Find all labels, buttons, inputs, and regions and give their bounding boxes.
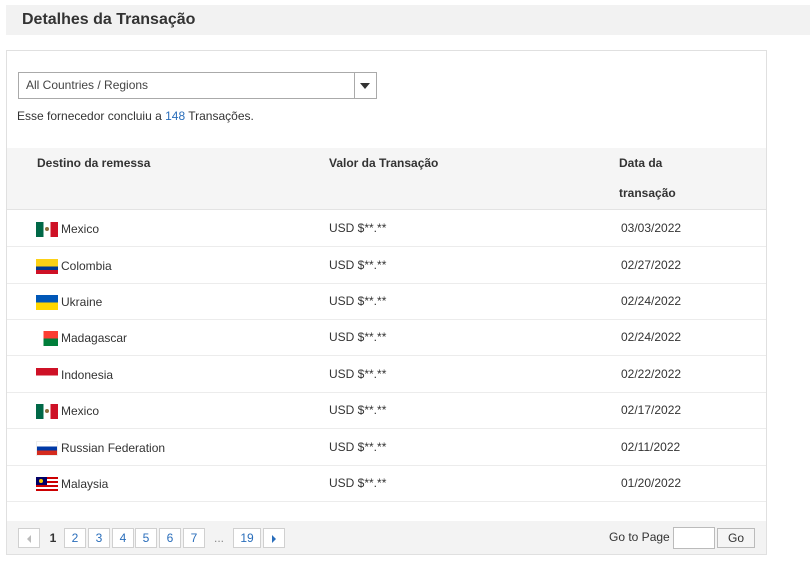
- page-button-7[interactable]: 7: [183, 528, 205, 548]
- colombia-flag-icon: [36, 258, 58, 274]
- page-title: Detalhes da Transação: [22, 11, 196, 28]
- country-name: Colombia: [61, 259, 112, 273]
- transaction-value: USD $**.**: [329, 403, 387, 417]
- russia-flag-icon: [36, 440, 58, 456]
- transaction-date: 03/03/2022: [621, 221, 682, 235]
- pagination-ellipsis: ...: [213, 531, 224, 545]
- pagination-bar: 1 2 3 4 5 6 7 ... 19 Go to Page Go: [7, 521, 766, 554]
- table-row: Indonesia USD $**.** 02/22/2022: [7, 356, 766, 393]
- table-row: Malaysia USD $**.** 01/20/2022: [7, 465, 766, 502]
- destination-cell: Mexico: [36, 221, 99, 237]
- transaction-date: 02/11/2022: [621, 440, 681, 454]
- table-header: Destino da remessa Valor da Transação Da…: [7, 148, 766, 210]
- page-button-3[interactable]: 3: [88, 528, 110, 548]
- country-name: Mexico: [61, 404, 100, 418]
- next-page-button[interactable]: [263, 528, 285, 548]
- prev-page-button[interactable]: [18, 528, 40, 548]
- column-header-date-line1: Data da: [619, 156, 663, 170]
- column-header-destination: Destino da remessa: [37, 156, 151, 170]
- summary-suffix: Transações.: [188, 109, 254, 123]
- country-name: Indonesia: [61, 368, 114, 382]
- transaction-date: 02/17/2022: [621, 403, 682, 417]
- destination-cell: Colombia: [36, 258, 112, 274]
- transaction-date: 02/27/2022: [621, 258, 682, 272]
- indonesia-flag-icon: [36, 367, 58, 383]
- mexico-flag-icon: [36, 403, 58, 419]
- destination-cell: Mexico: [36, 403, 99, 419]
- transaction-value: USD $**.**: [329, 476, 387, 490]
- transaction-value: USD $**.**: [329, 367, 387, 381]
- destination-cell: Ukraine: [36, 294, 102, 310]
- page-button-2[interactable]: 2: [64, 528, 86, 548]
- page-button-6[interactable]: 6: [159, 528, 181, 548]
- table-row: Mexico USD $**.** 02/17/2022: [7, 392, 766, 429]
- transaction-value: USD $**.**: [329, 221, 387, 235]
- country-region-select[interactable]: All Countries / Regions: [18, 72, 377, 99]
- transaction-value: USD $**.**: [329, 258, 387, 272]
- summary-prefix: Esse fornecedor concluiu a: [17, 109, 162, 123]
- table-row: Ukraine USD $**.** 02/24/2022: [7, 283, 766, 320]
- chevron-down-icon: [360, 83, 370, 89]
- table-row: Colombia USD $**.** 02/27/2022: [7, 247, 766, 284]
- page-button-4[interactable]: 4: [112, 528, 134, 548]
- destination-cell: Malaysia: [36, 476, 108, 492]
- transactions-panel: All Countries / Regions Esse fornecedor …: [6, 50, 767, 555]
- go-button[interactable]: Go: [717, 528, 755, 548]
- transaction-summary: Esse fornecedor concluiu a 148 Transaçõe…: [17, 109, 254, 123]
- transaction-value: USD $**.**: [329, 440, 387, 454]
- transaction-date: 02/24/2022: [621, 330, 682, 344]
- transaction-date: 02/24/2022: [621, 294, 682, 308]
- malaysia-flag-icon: [36, 476, 58, 492]
- ukraine-flag-icon: [36, 294, 58, 310]
- page-button-5[interactable]: 5: [135, 528, 157, 548]
- column-header-date-line2: transação: [619, 186, 676, 200]
- country-name: Madagascar: [61, 331, 128, 345]
- table-row: Mexico USD $**.** 03/03/2022: [7, 210, 766, 247]
- country-name: Ukraine: [61, 295, 103, 309]
- mexico-flag-icon: [36, 221, 58, 237]
- chevron-left-icon: [27, 534, 31, 543]
- dropdown-toggle[interactable]: [354, 73, 376, 98]
- column-header-date: Data da transação: [619, 148, 676, 208]
- country-name: Malaysia: [61, 477, 109, 491]
- transaction-count-link[interactable]: 148: [165, 109, 185, 123]
- country-name: Mexico: [61, 222, 100, 236]
- destination-cell: Russian Federation: [36, 440, 165, 456]
- table-row: Madagascar USD $**.** 02/24/2022: [7, 319, 766, 356]
- section-header: Detalhes da Transação: [6, 5, 810, 35]
- chevron-right-icon: [272, 534, 276, 543]
- page-button-last[interactable]: 19: [233, 528, 261, 548]
- madagascar-flag-icon: [36, 330, 58, 346]
- transaction-date: 02/22/2022: [621, 367, 682, 381]
- table-row: Russian Federation USD $**.** 02/11/2022: [7, 429, 766, 466]
- destination-cell: Madagascar: [36, 330, 127, 346]
- goto-page-label: Go to Page: [609, 530, 670, 544]
- transaction-date: 01/20/2022: [621, 476, 682, 490]
- current-page: 1: [49, 531, 57, 545]
- goto-page-input[interactable]: [673, 527, 715, 549]
- country-region-select-value: All Countries / Regions: [26, 78, 149, 92]
- transaction-value: USD $**.**: [329, 294, 387, 308]
- transaction-value: USD $**.**: [329, 330, 387, 344]
- destination-cell: Indonesia: [36, 367, 113, 383]
- country-name: Russian Federation: [61, 441, 166, 455]
- column-header-value: Valor da Transação: [329, 156, 439, 170]
